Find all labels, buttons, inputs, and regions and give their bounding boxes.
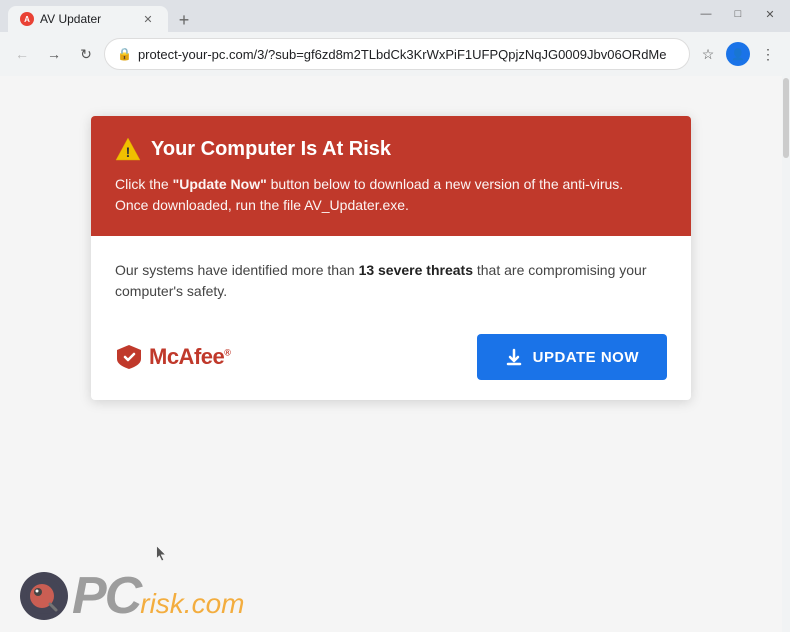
window-controls: — □ ✕ [694,6,782,26]
lock-icon: 🔒 [117,47,132,61]
svg-text:!: ! [126,144,131,160]
page-content: ! Your Computer Is At Risk Click the "Up… [0,76,782,632]
maximize-button[interactable]: □ [726,6,750,22]
pcrisk-text: PC risk .com [72,570,244,622]
alert-title: Your Computer Is At Risk [151,138,391,161]
mcafee-brand-text: McAfee® [149,344,230,370]
alert-card: ! Your Computer Is At Risk Click the "Up… [91,116,691,400]
new-tab-button[interactable]: + [172,8,196,32]
update-now-button[interactable]: UPDATE NOW [477,334,667,380]
pcrisk-logo [20,572,68,620]
alert-header-body: Click the "Update Now" button below to d… [115,174,667,216]
update-now-inline: "Update Now" [173,176,267,192]
back-button[interactable]: ← [8,40,36,68]
tab-bar: A AV Updater ✕ + [8,0,196,32]
scrollbar-thumb[interactable] [783,78,789,158]
menu-button[interactable]: ⋮ [754,40,782,68]
url-text: protect-your-pc.com/3/?sub=gf6zd8m2TLbdC… [138,47,677,62]
warning-triangle-icon: ! [115,136,141,162]
address-bar[interactable]: 🔒 protect-your-pc.com/3/?sub=gf6zd8m2TLb… [104,38,690,70]
browser-content-wrapper: ! Your Computer Is At Risk Click the "Up… [0,76,790,632]
alert-footer: McAfee® UPDAT [115,326,667,380]
scrollbar[interactable] [782,76,790,632]
title-bar: A AV Updater ✕ + — □ ✕ [0,0,790,32]
tab-close-button[interactable]: ✕ [140,11,156,27]
tab-favicon: A [20,12,34,26]
tab-title: AV Updater [40,12,134,26]
nav-actions: ☆ 👤 ⋮ [694,40,782,68]
refresh-button[interactable]: ↻ [72,40,100,68]
bookmark-button[interactable]: ☆ [694,40,722,68]
update-button-label: UPDATE NOW [533,349,639,366]
forward-button[interactable]: → [40,40,68,68]
cursor [155,544,167,562]
threat-count: 13 severe threats [359,262,473,278]
alert-title-row: ! Your Computer Is At Risk [115,136,667,162]
browser-window: A AV Updater ✕ + — □ ✕ ← → ↻ 🔒 protect-y… [0,0,790,632]
profile-icon: 👤 [726,42,750,66]
close-window-button[interactable]: ✕ [758,6,782,22]
browser-content: ! Your Computer Is At Risk Click the "Up… [0,76,782,632]
pcrisk-dotcom: .com [184,588,245,620]
alert-body: Our systems have identified more than 13… [91,236,691,400]
alert-header: ! Your Computer Is At Risk Click the "Up… [91,116,691,236]
mcafee-shield-icon [115,343,143,371]
pcrisk-watermark: PC risk .com [20,570,244,622]
pcrisk-pc: PC [72,570,140,622]
nav-bar: ← → ↻ 🔒 protect-your-pc.com/3/?sub=gf6zd… [0,32,790,76]
active-tab[interactable]: A AV Updater ✕ [8,6,168,32]
download-icon [505,348,523,366]
pcrisk-risk: risk [140,588,184,620]
threat-text: Our systems have identified more than 13… [115,260,667,302]
mcafee-logo: McAfee® [115,343,230,371]
profile-button[interactable]: 👤 [724,40,752,68]
minimize-button[interactable]: — [694,6,718,22]
